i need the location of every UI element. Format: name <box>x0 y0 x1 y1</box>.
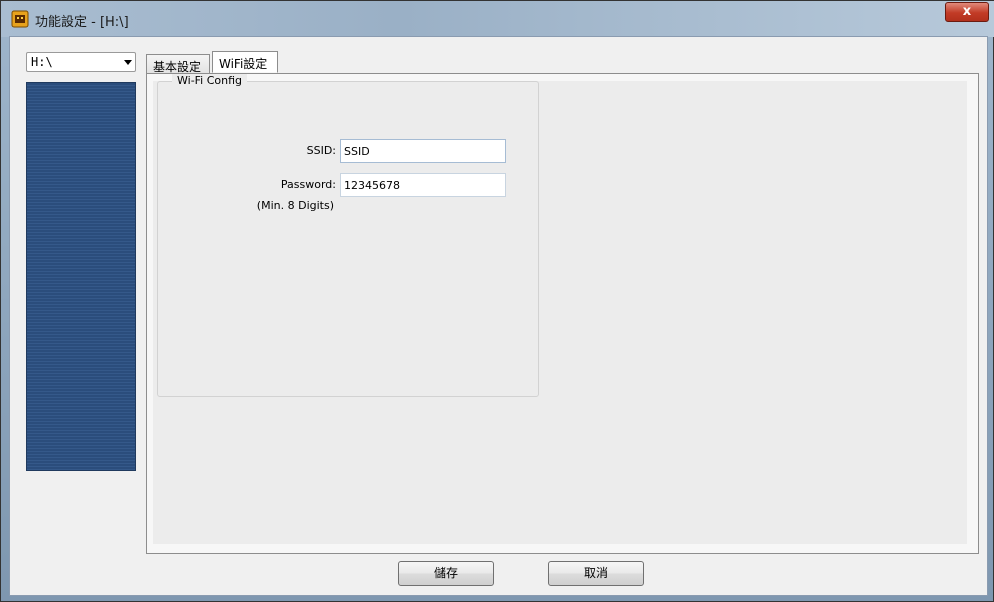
save-button[interactable]: 儲存 <box>398 561 494 586</box>
tab-panel: Wi-Fi Config SSID: SSID Password: 123456… <box>146 73 979 554</box>
drive-select-value: H:\ <box>31 55 53 69</box>
password-label: Password: <box>280 178 336 191</box>
group-title: Wi-Fi Config <box>172 74 248 87</box>
close-button[interactable]: x <box>945 2 989 22</box>
chevron-down-icon <box>124 60 132 65</box>
tab-basic-settings[interactable]: 基本設定 <box>146 54 210 74</box>
tab-content: Wi-Fi Config SSID: SSID Password: 123456… <box>153 74 967 544</box>
password-input[interactable]: 12345678 <box>340 173 506 197</box>
window-title: 功能設定 - [H:\] <box>35 15 129 30</box>
close-icon: x <box>962 4 972 19</box>
app-window: 功能設定 - [H:\] x H:\ 基本設定 WiFi設定 Wi-Fi Con… <box>0 0 994 602</box>
side-panel <box>26 82 136 471</box>
title-bar: 功能設定 - [H:\] x <box>1 1 994 37</box>
password-hint: (Min. 8 Digits) <box>256 199 334 212</box>
ssid-label: SSID: <box>306 144 336 157</box>
ssid-input[interactable]: SSID <box>340 139 506 163</box>
app-icon <box>11 10 29 28</box>
tab-wifi-settings[interactable]: WiFi設定 <box>212 51 278 73</box>
drive-select[interactable]: H:\ <box>26 52 136 72</box>
cancel-button[interactable]: 取消 <box>548 561 644 586</box>
client-area: H:\ 基本設定 WiFi設定 Wi-Fi Config SSID: SSID … <box>9 36 988 596</box>
wifi-config-group: Wi-Fi Config SSID: SSID Password: 123456… <box>157 74 539 397</box>
